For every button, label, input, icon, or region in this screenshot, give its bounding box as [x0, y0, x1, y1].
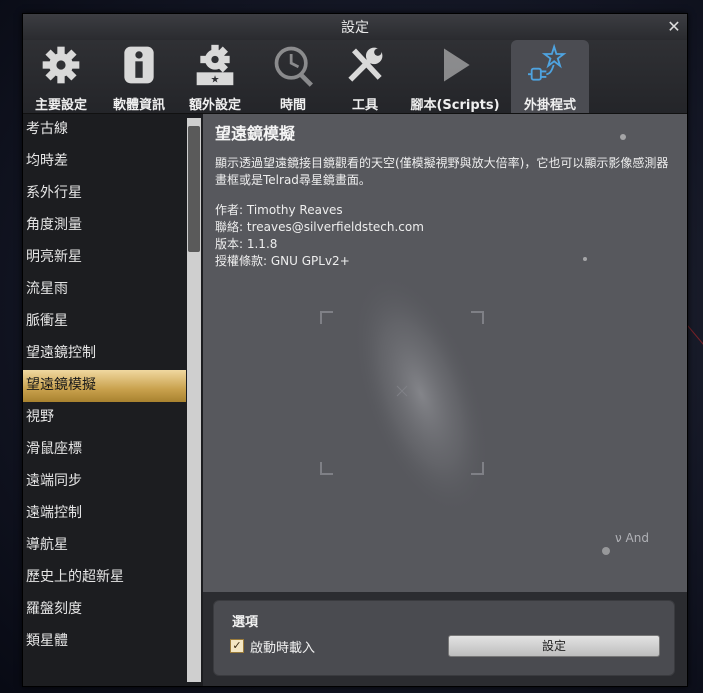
sidebar-item[interactable]: 視野 [23, 402, 187, 434]
sidebar-item[interactable]: 流星雨 [23, 274, 187, 306]
clock-icon [274, 46, 313, 87]
sidebar-item[interactable]: 考古線 [23, 114, 187, 146]
tab-main-settings[interactable]: 主要設定 [29, 40, 93, 113]
sidebar-item[interactable]: 望遠鏡控制 [23, 338, 187, 370]
gear-icon [42, 46, 80, 84]
window-titlebar[interactable]: 設定 ✕ [23, 14, 687, 40]
options-panel: 選項 ✓ 啟動時載入 設定 [203, 592, 687, 686]
plugin-license: 授權條款: GNU GPLv2+ [215, 254, 350, 268]
plugin-metadata: 作者: Timothy Reaves 聯絡: treaves@silverfie… [215, 202, 424, 270]
tab-label: 工具 [351, 98, 378, 113]
options-groupbox: 選項 ✓ 啟動時載入 設定 [213, 600, 675, 676]
sidebar-item[interactable]: 望遠鏡模擬 [23, 370, 186, 402]
sidebar-item[interactable]: 均時差 [23, 146, 187, 178]
window-title: 設定 [341, 20, 369, 36]
close-icon[interactable]: ✕ [665, 18, 683, 36]
tab-label: 主要設定 [34, 98, 87, 113]
sidebar-item[interactable]: 遠端控制 [23, 498, 187, 530]
info-icon [124, 46, 154, 84]
tools-icon [348, 47, 383, 82]
settings-toolbar: 主要設定 軟體資訊 ★ 額外設定 時間 工具 腳本(Scripts) 外掛程式 [23, 40, 687, 114]
plugin-icon [528, 43, 567, 81]
sidebar-item[interactable]: 角度測量 [23, 210, 187, 242]
plugin-list: 考古線 均時差 系外行星 角度測量 明亮新星 流星雨 脈衝星 望遠鏡控制 望遠鏡模擬 視野 滑鼠座標… [23, 114, 203, 686]
configure-button[interactable]: 設定 [448, 635, 660, 657]
plugin-list-scrollbar[interactable] [187, 118, 201, 682]
sidebar-item[interactable]: 歷史上的超新星 [23, 562, 187, 594]
plugin-version: 版本: 1.1.8 [215, 237, 278, 251]
scrollbar-thumb[interactable] [188, 126, 200, 252]
tab-time[interactable]: 時間 [261, 40, 325, 113]
tab-tools[interactable]: 工具 [333, 40, 397, 113]
tab-about[interactable]: 軟體資訊 [107, 40, 171, 113]
plugin-list-items: 考古線 均時差 系外行星 角度測量 明亮新星 流星雨 脈衝星 望遠鏡控制 望遠鏡模擬 視野 滑鼠座標… [23, 114, 187, 658]
sidebar-item[interactable]: 脈衝星 [23, 306, 187, 338]
plugin-title: 望遠鏡模擬 [215, 124, 296, 143]
settings-window: 設定 ✕ 主要設定 軟體資訊 ★ 額外設定 時間 工具 腳本(Scripts) … [22, 13, 688, 687]
tab-label: 腳本(Scripts) [410, 98, 500, 113]
sidebar-item[interactable]: 導航星 [23, 530, 187, 562]
sidebar-item[interactable]: 類星體 [23, 626, 187, 658]
tab-label: 時間 [279, 98, 306, 113]
gear-stars-icon: ★ [196, 44, 234, 85]
sidebar-item[interactable]: 系外行星 [23, 178, 187, 210]
plugin-contact: 聯絡: treaves@silverfieldstech.com [215, 220, 424, 234]
plugin-author: 作者: Timothy Reaves [215, 203, 343, 217]
star-label: ν And [615, 531, 649, 545]
sidebar-item[interactable]: 明亮新星 [23, 242, 187, 274]
tab-plugins[interactable]: 外掛程式 [511, 40, 589, 113]
tab-scripts[interactable]: 腳本(Scripts) [407, 40, 503, 113]
svg-text:★: ★ [210, 74, 219, 85]
sidebar-item[interactable]: 滑鼠座標 [23, 434, 187, 466]
options-title: 選項 [232, 615, 259, 630]
sidebar-item[interactable]: 羅盤刻度 [23, 594, 187, 626]
tab-label: 軟體資訊 [112, 98, 165, 113]
sidebar-item[interactable]: 遠端同步 [23, 466, 187, 498]
play-icon [444, 48, 470, 82]
load-on-startup-label: 啟動時載入 [250, 641, 316, 656]
load-on-startup-checkbox[interactable]: ✓ [230, 639, 244, 653]
plugin-details-panel: ν And 望遠鏡模擬 顯示透過望遠鏡接目鏡觀看的天空(僅模擬視野與放大倍率)，… [203, 114, 687, 592]
tab-extra-settings[interactable]: ★ 額外設定 [183, 40, 247, 113]
tab-label: 額外設定 [188, 98, 241, 113]
plugin-description: 顯示透過望遠鏡接目鏡觀看的天空(僅模擬視野與放大倍率)，它也可以顯示影像感測器畫… [215, 156, 669, 187]
tab-label: 外掛程式 [523, 98, 576, 113]
